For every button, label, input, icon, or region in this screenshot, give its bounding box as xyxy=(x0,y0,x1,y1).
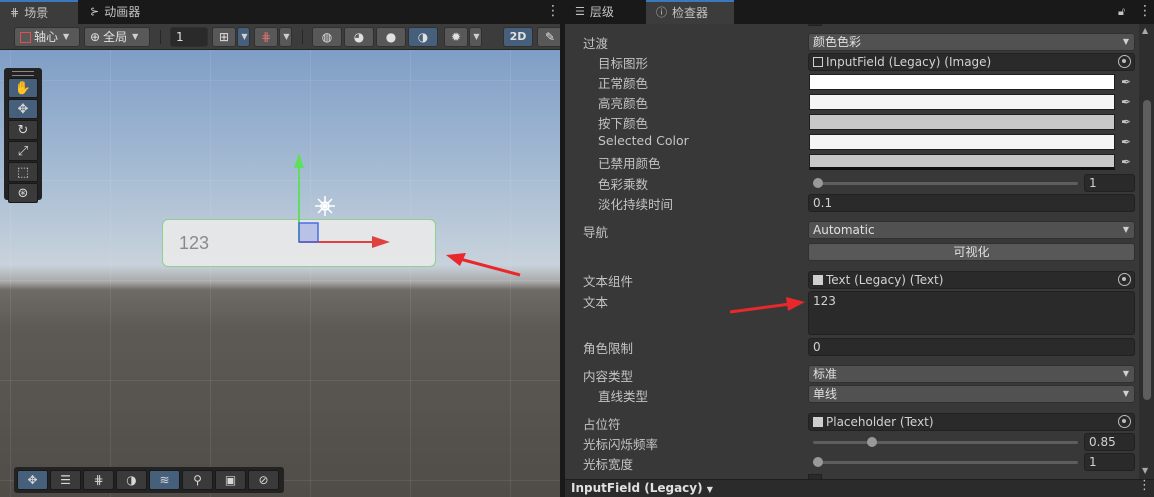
editor-window: ⋕ 场景 ⊱ 动画器 ⋮ 轴心 ▼ ⊕ 全局 ▼ 1 ⊞ ▼ ⋕ ▼ ◍ ◕ ●… xyxy=(0,0,1154,497)
overlay-move-button[interactable]: ✥ xyxy=(17,470,48,490)
overlay-grid-button[interactable]: ⋕ xyxy=(83,470,114,490)
annotation-arrow xyxy=(729,302,791,314)
annotation-arrow-head xyxy=(786,297,805,311)
camera-icon: ▣ xyxy=(224,473,237,487)
xy-plane-handle xyxy=(298,222,319,243)
canvas-center-icon xyxy=(315,196,335,216)
overlay-transform-button[interactable]: ☰ xyxy=(50,470,81,490)
y-axis-arrow-icon xyxy=(294,153,304,168)
footer-menu-icon[interactable]: ⋮ xyxy=(1138,478,1151,493)
overlay-camera-button[interactable]: ▣ xyxy=(215,470,246,490)
inspector-footer[interactable]: InputField (Legacy) ▼ ⋮ xyxy=(565,478,1154,497)
footer-component-name: InputField (Legacy) xyxy=(571,481,703,495)
layers-icon: ≋ xyxy=(159,473,170,487)
half-circle-icon: ◑ xyxy=(126,473,137,487)
annotation-arrow xyxy=(459,257,521,277)
x-axis-arrow-icon xyxy=(372,236,390,248)
tab-inspector-label: 检查器 xyxy=(672,6,709,20)
info-icon: ⓘ xyxy=(656,6,667,19)
tab-hierarchy-label: 层级 xyxy=(589,5,614,19)
search-icon: ⚲ xyxy=(193,473,202,487)
lock-icon[interactable]: 🔓︎ xyxy=(1118,5,1125,19)
scroll-down-icon[interactable]: ▼ xyxy=(1142,466,1148,475)
inspector-content: 过渡 颜色色彩 ▼ 目标图形 InputField (Legacy) (Imag… xyxy=(565,24,1139,479)
overlay-gizmo-button[interactable]: ⊘ xyxy=(248,470,279,490)
tab-hierarchy[interactable]: ☰ 层级 xyxy=(565,0,624,24)
footer-component-label[interactable]: InputField (Legacy) ▼ xyxy=(571,481,713,495)
annotation-arrow-head xyxy=(446,253,466,266)
move-icon: ✥ xyxy=(27,473,38,487)
inspector-scrollbar[interactable]: ▲ ▼ xyxy=(1139,24,1154,479)
hierarchy-icon: ☰ xyxy=(575,5,585,18)
inspector-menu-icon[interactable]: ⋮ xyxy=(1138,4,1152,18)
tab-inspector[interactable]: ⓘ 检查器 xyxy=(646,0,734,24)
overlay-search-button[interactable]: ⚲ xyxy=(182,470,213,490)
scene-overlay-toolbar: ✥ ☰ ⋕ ◑ ≋ ⚲ ▣ ⊘ xyxy=(14,467,284,493)
overlay-shading-button[interactable]: ◑ xyxy=(116,470,147,490)
overlay-layers-button[interactable]: ≋ xyxy=(149,470,180,490)
move-gizmo[interactable] xyxy=(0,0,560,497)
scrollbar-thumb[interactable] xyxy=(1143,100,1151,400)
inspector-panel: ☰ 层级 ⓘ 检查器 🔓︎ ⋮ 过渡 颜色色彩 ▼ 目标图形 InputFiel… xyxy=(565,0,1154,497)
annotation-layer xyxy=(729,297,805,314)
scroll-up-icon[interactable]: ▲ xyxy=(1142,26,1148,35)
grid-snap-icon: ⋕ xyxy=(93,473,104,487)
inspector-tabbar: ☰ 层级 ⓘ 检查器 🔓︎ ⋮ xyxy=(565,0,1154,24)
compass-icon: ⊘ xyxy=(258,473,269,487)
scene-panel: ⋕ 场景 ⊱ 动画器 ⋮ 轴心 ▼ ⊕ 全局 ▼ 1 ⊞ ▼ ⋕ ▼ ◍ ◕ ●… xyxy=(0,0,563,497)
sliders-icon: ☰ xyxy=(60,473,71,487)
chevron-down-icon: ▼ xyxy=(706,485,713,494)
